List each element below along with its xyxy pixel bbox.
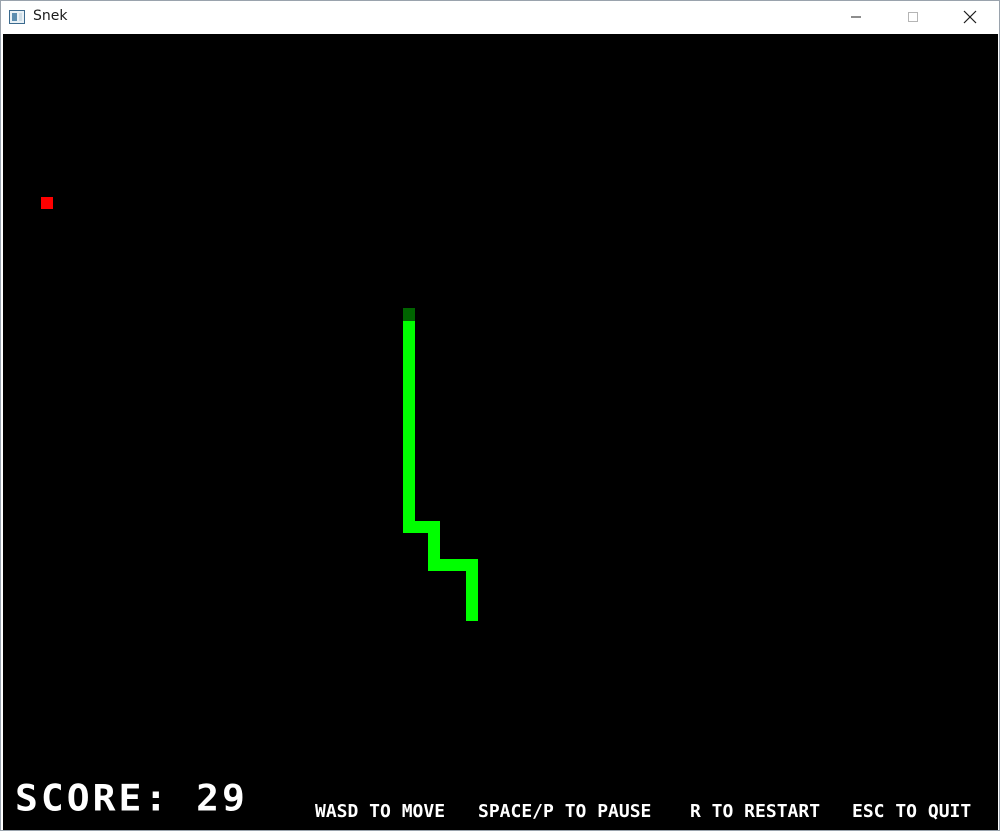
snake-body-segment [403,321,415,533]
food-pellet [41,197,53,209]
score-display: SCORE: 29 [15,777,248,819]
game-canvas[interactable]: SCORE: 29 WASD TO MOVE SPACE/P TO PAUSE … [3,34,998,830]
title-bar[interactable]: Snek [1,1,999,33]
maximize-icon [908,12,918,22]
snake-body-segment [466,559,478,621]
hint-quit: ESC TO QUIT [852,801,972,822]
minimize-icon [851,16,861,18]
minimize-button[interactable] [833,1,879,33]
snake-head [403,308,415,321]
window-title: Snek [33,8,68,24]
close-icon [963,10,977,24]
game-window: Snek SCORE: 29 WASD TO MOVE SPACE/P TO P… [0,0,1000,831]
hint-restart: R TO RESTART [690,801,821,822]
hint-move: WASD TO MOVE [315,801,446,822]
close-button[interactable] [947,1,993,33]
hint-pause: SPACE/P TO PAUSE [478,801,652,822]
maximize-button[interactable] [890,1,936,33]
app-icon [9,10,25,24]
